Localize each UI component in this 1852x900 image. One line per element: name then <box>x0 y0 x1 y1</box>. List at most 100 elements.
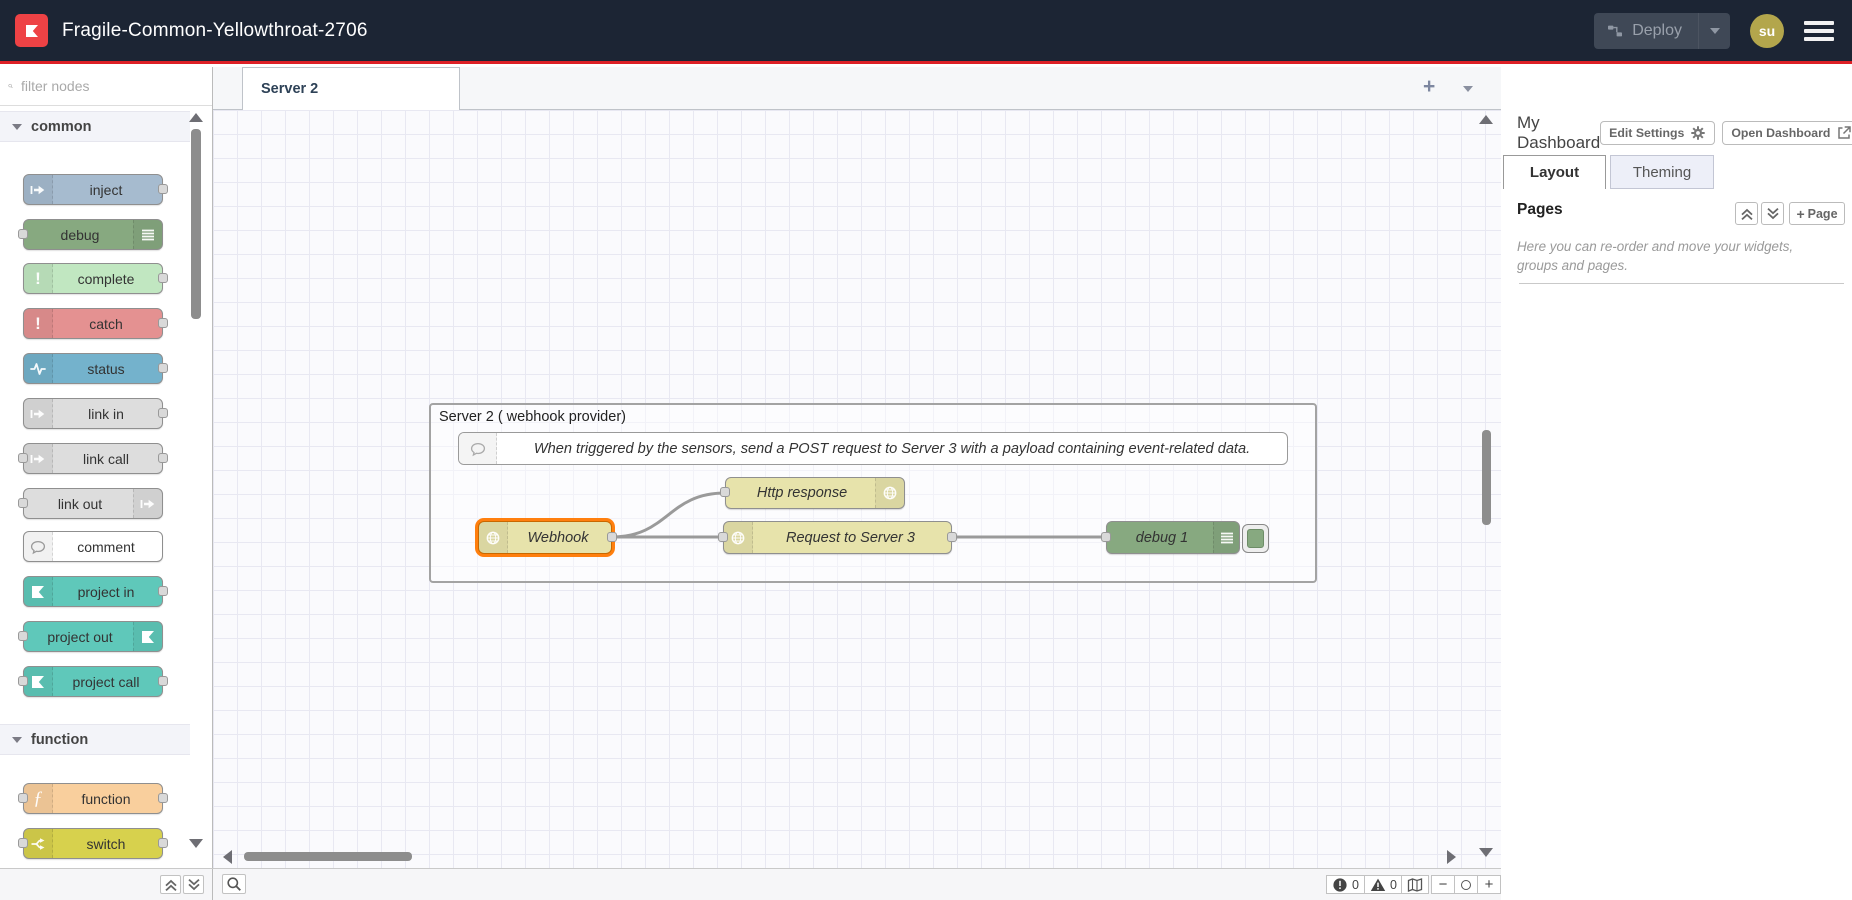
header-bar: Fragile-Common-Yellowthroat-2706 Deploy … <box>0 0 1852 64</box>
input-port <box>18 676 28 686</box>
palette-scrollbar-thumb[interactable] <box>191 129 201 319</box>
globe-icon <box>882 485 898 501</box>
palette-node-link-call[interactable]: link call <box>23 443 163 474</box>
input-port[interactable] <box>720 487 730 497</box>
node-label: comment <box>54 532 158 561</box>
flow-list-button[interactable] <box>1463 86 1473 92</box>
header-actions: Deploy su <box>1594 13 1834 49</box>
errors-badge[interactable]: 0 <box>1326 875 1365 894</box>
canvas-search-button[interactable] <box>222 874 246 894</box>
user-avatar[interactable]: su <box>1750 14 1784 48</box>
dashboard-subtabs: Layout Theming <box>1503 155 1714 189</box>
add-page-button[interactable]: + Page <box>1789 202 1845 225</box>
palette-expand-all-button[interactable] <box>183 875 204 894</box>
flow-tab-server-2[interactable]: Server 2 <box>242 67 460 110</box>
palette-node-link-out[interactable]: link out <box>23 488 163 519</box>
canvas-scroll-down-arrow[interactable] <box>1479 848 1493 857</box>
node-debug-1[interactable]: debug 1 <box>1106 521 1240 554</box>
palette-node-inject[interactable]: inject <box>23 174 163 205</box>
list-icon <box>1219 530 1235 546</box>
warning-count: 0 <box>1390 878 1397 892</box>
palette-category-function[interactable]: function <box>0 724 190 755</box>
palette-node-project-call[interactable]: project call <box>23 666 163 697</box>
category-label: function <box>31 732 88 748</box>
gear-icon <box>1690 125 1706 141</box>
output-port <box>158 676 168 686</box>
canvas-scroll-left-arrow[interactable] <box>223 850 232 864</box>
palette-node-project-in[interactable]: project in <box>23 576 163 607</box>
open-dashboard-label: Open Dashboard <box>1731 126 1830 140</box>
tab-layout[interactable]: Layout <box>1503 155 1606 189</box>
chevron-down-icon <box>1710 28 1720 34</box>
node-label: Http response <box>730 478 874 508</box>
node-request-to-server-3[interactable]: Request to Server 3 <box>723 521 952 554</box>
canvas-hscrollbar-thumb[interactable] <box>244 852 412 861</box>
palette-scroll-down-arrow[interactable] <box>189 839 203 848</box>
canvas-scroll-up-arrow[interactable] <box>1479 115 1493 124</box>
palette-node-switch[interactable]: switch <box>23 828 163 859</box>
canvas-scroll-right-arrow[interactable] <box>1447 850 1456 864</box>
palette-node-complete[interactable]: ! complete <box>23 263 163 294</box>
minimap-button[interactable] <box>1401 875 1429 894</box>
input-port <box>18 838 28 848</box>
canvas-vscrollbar-thumb[interactable] <box>1482 430 1491 525</box>
main-menu-button[interactable] <box>1804 21 1834 41</box>
palette-node-status[interactable]: status <box>23 353 163 384</box>
node-label: Webhook <box>509 522 607 553</box>
palette-node-comment[interactable]: comment <box>23 531 163 562</box>
palette-node-catch[interactable]: ! catch <box>23 308 163 339</box>
node-label: Request to Server 3 <box>754 522 947 553</box>
deploy-options-button[interactable] <box>1698 13 1730 49</box>
project-logo-icon <box>30 674 46 690</box>
palette-node-project-out[interactable]: project out <box>23 621 163 652</box>
flow-canvas[interactable]: Server 2 ( webhook provider) When trigge… <box>213 110 1501 868</box>
palette-collapse-all-button[interactable] <box>160 875 181 894</box>
comment-node[interactable]: When triggered by the sensors, send a PO… <box>458 432 1288 465</box>
input-port[interactable] <box>1101 532 1111 542</box>
palette-search[interactable] <box>0 67 212 106</box>
input-port[interactable] <box>718 532 728 542</box>
zoom-in-button[interactable]: + <box>1477 875 1501 894</box>
node-webhook[interactable]: Webhook <box>478 521 612 554</box>
warnings-badge[interactable]: 0 <box>1364 875 1403 894</box>
deploy-button[interactable]: Deploy <box>1594 13 1698 49</box>
input-port <box>18 631 28 641</box>
zoom-reset-button[interactable] <box>1454 875 1478 894</box>
node-http-response[interactable]: Http response <box>725 477 905 509</box>
output-port[interactable] <box>607 532 617 542</box>
node-red-editor: Fragile-Common-Yellowthroat-2706 Deploy … <box>0 0 1852 900</box>
error-count: 0 <box>1352 878 1359 892</box>
group-label: Server 2 ( webhook provider) <box>439 409 626 425</box>
zoom-reset-icon <box>1461 880 1471 890</box>
sidebar-panel <box>1501 67 1852 900</box>
function-f-icon: ƒ <box>33 789 43 808</box>
palette-node-function[interactable]: ƒ function <box>23 783 163 814</box>
palette-scroll-up-arrow[interactable] <box>189 113 203 122</box>
zoom-out-button[interactable]: − <box>1431 875 1455 894</box>
add-flow-button[interactable]: + <box>1423 76 1435 97</box>
move-page-up-button[interactable] <box>1735 202 1758 225</box>
node-label: link call <box>54 444 158 473</box>
project-logo-icon <box>30 584 46 600</box>
zoom-controls: − + <box>1432 875 1501 894</box>
output-port <box>158 793 168 803</box>
node-label: catch <box>54 309 158 338</box>
page-title: Fragile-Common-Yellowthroat-2706 <box>62 20 368 42</box>
double-chevron-down-icon <box>1765 206 1781 222</box>
open-dashboard-button[interactable]: Open Dashboard <box>1722 121 1852 145</box>
arrow-in-icon <box>30 182 46 198</box>
palette-search-input[interactable] <box>19 77 204 95</box>
switch-icon <box>30 836 46 852</box>
palette-node-debug[interactable]: debug <box>23 219 163 250</box>
pulse-icon <box>30 361 46 377</box>
move-page-down-button[interactable] <box>1761 202 1784 225</box>
palette-node-link-in[interactable]: link in <box>23 398 163 429</box>
output-port[interactable] <box>947 532 957 542</box>
deploy-label: Deploy <box>1632 22 1682 40</box>
edit-settings-button[interactable]: Edit Settings <box>1600 121 1715 145</box>
debug-enable-toggle[interactable] <box>1242 524 1269 553</box>
speech-bubble-icon <box>30 539 46 555</box>
tab-theming[interactable]: Theming <box>1610 155 1714 189</box>
input-port <box>18 453 28 463</box>
palette-category-common[interactable]: common <box>0 111 190 142</box>
